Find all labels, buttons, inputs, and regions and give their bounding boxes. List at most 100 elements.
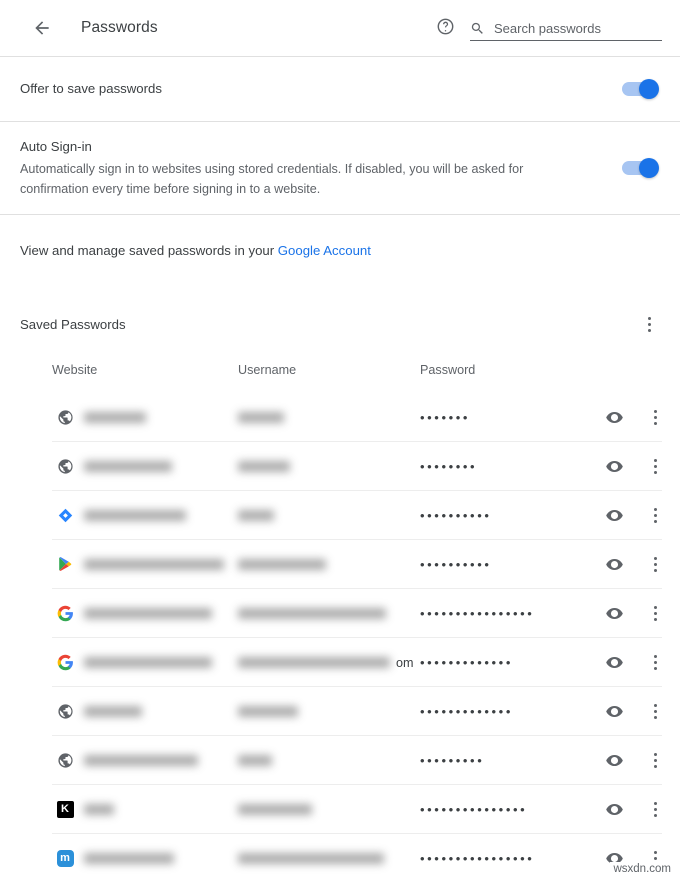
more-vert-icon[interactable]	[644, 502, 666, 530]
cell-username	[238, 752, 420, 770]
google-g-icon	[56, 654, 74, 672]
eye-icon[interactable]	[602, 749, 626, 773]
passwords-settings-page: Passwords Offer to save passwords	[0, 0, 680, 880]
table-column-headers: Website Username Password	[0, 353, 680, 387]
account-notice-text: View and manage saved passwords in your	[20, 243, 278, 258]
row-actions	[602, 638, 666, 687]
table-row[interactable]: •••••••••••••	[0, 687, 680, 736]
username-redacted	[238, 510, 274, 521]
table-row[interactable]: om•••••••••••••	[0, 638, 680, 687]
globe-icon	[56, 703, 74, 721]
username-redacted	[238, 608, 386, 619]
row-actions	[602, 442, 666, 491]
cell-website	[52, 801, 238, 819]
cell-username	[238, 654, 420, 672]
website-redacted	[84, 853, 174, 864]
table-row[interactable]: m••••••••••••••••	[0, 834, 680, 880]
globe-icon	[56, 409, 74, 427]
more-vert-icon[interactable]	[644, 649, 666, 677]
search-passwords-field[interactable]	[470, 21, 662, 41]
eye-icon[interactable]	[602, 700, 626, 724]
row-actions	[602, 589, 666, 638]
eye-icon[interactable]	[602, 504, 626, 528]
search-input[interactable]	[494, 21, 662, 36]
more-vert-icon[interactable]	[644, 698, 666, 726]
setting-row-auto-sign-in[interactable]: Auto Sign-in Automatically sign in to we…	[0, 122, 680, 214]
username-redacted	[238, 706, 298, 717]
saved-passwords-table: ••••••••••••••••••••••••••••••••••••••••…	[0, 393, 680, 880]
website-redacted	[84, 706, 142, 717]
saved-passwords-title: Saved Passwords	[20, 317, 636, 332]
eye-icon[interactable]	[602, 602, 626, 626]
row-actions	[602, 393, 666, 442]
row-actions	[602, 491, 666, 540]
website-redacted	[84, 510, 186, 521]
setting-title: Offer to save passwords	[20, 79, 582, 99]
website-redacted	[84, 559, 224, 570]
website-redacted	[84, 657, 212, 668]
eye-icon[interactable]	[602, 406, 626, 430]
more-vert-icon[interactable]	[644, 551, 666, 579]
row-actions	[602, 736, 666, 785]
watermark: wsxdn.com	[610, 862, 674, 876]
username-redacted	[238, 853, 384, 864]
cell-username	[238, 703, 420, 721]
eye-icon[interactable]	[602, 798, 626, 822]
cell-website	[52, 458, 238, 476]
more-vert-icon[interactable]	[644, 600, 666, 628]
more-vert-icon[interactable]	[644, 796, 666, 824]
username-overflow-text: om	[396, 656, 414, 670]
diamond-icon	[56, 507, 74, 525]
username-redacted	[238, 461, 290, 472]
row-actions	[602, 687, 666, 736]
toggle-knob	[639, 158, 659, 178]
table-row[interactable]: ••••••••••	[0, 491, 680, 540]
cell-website	[52, 752, 238, 770]
cell-username	[238, 458, 420, 476]
back-arrow-icon[interactable]	[26, 12, 58, 44]
username-redacted	[238, 412, 284, 423]
globe-icon	[56, 458, 74, 476]
setting-text: Offer to save passwords	[20, 79, 622, 99]
eye-icon[interactable]	[602, 553, 626, 577]
google-g-icon	[56, 605, 74, 623]
auto-sign-in-toggle[interactable]	[622, 161, 656, 175]
eye-icon[interactable]	[602, 455, 626, 479]
username-redacted	[238, 657, 390, 668]
cell-website	[52, 605, 238, 623]
table-row[interactable]: •••••••••	[0, 736, 680, 785]
cell-username	[238, 409, 420, 427]
help-circle-icon[interactable]	[432, 13, 458, 39]
more-vert-icon[interactable]	[644, 453, 666, 481]
cell-website	[52, 654, 238, 672]
more-vert-icon[interactable]	[644, 747, 666, 775]
username-redacted	[238, 559, 326, 570]
more-vert-icon[interactable]	[644, 404, 666, 432]
saved-passwords-more-vert-icon[interactable]	[636, 309, 662, 339]
cell-website	[52, 703, 238, 721]
website-redacted	[84, 412, 146, 423]
cell-website	[52, 507, 238, 525]
google-play-icon	[56, 556, 74, 574]
table-row[interactable]: K•••••••••••••••	[0, 785, 680, 834]
google-account-link[interactable]: Google Account	[278, 243, 371, 258]
cell-website	[52, 850, 238, 868]
kickstarter-icon: K	[56, 801, 74, 819]
cell-website	[52, 409, 238, 427]
website-redacted	[84, 804, 114, 815]
table-row[interactable]: ••••••••••••••••	[0, 589, 680, 638]
table-row[interactable]: ••••••••••	[0, 540, 680, 589]
table-row[interactable]: •••••••	[0, 393, 680, 442]
toggle-knob	[639, 79, 659, 99]
username-redacted	[238, 804, 312, 815]
eye-icon[interactable]	[602, 651, 626, 675]
website-redacted	[84, 755, 198, 766]
setting-row-offer-to-save[interactable]: Offer to save passwords	[0, 57, 680, 121]
setting-title: Auto Sign-in	[20, 137, 582, 157]
cell-username	[238, 556, 420, 574]
table-row[interactable]: ••••••••	[0, 442, 680, 491]
account-notice: View and manage saved passwords in your …	[0, 215, 680, 261]
setting-text: Auto Sign-in Automatically sign in to we…	[20, 137, 622, 199]
cell-username	[238, 507, 420, 525]
offer-to-save-toggle[interactable]	[622, 82, 656, 96]
